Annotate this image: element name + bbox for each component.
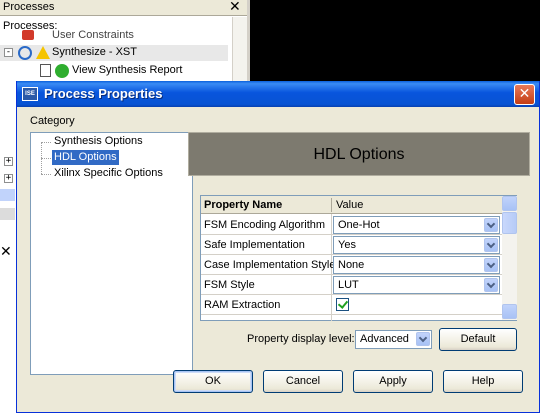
dialog-title: Process Properties — [44, 86, 163, 101]
select-value: Advanced — [360, 333, 409, 345]
display-level-select[interactable]: Advanced — [355, 330, 432, 349]
check-icon — [55, 64, 69, 78]
category-item-hdl-options[interactable]: HDL Options — [52, 150, 119, 165]
display-level-label: Property display level: — [247, 333, 355, 345]
process-properties-dialog: ISE Process Properties ✕ Category Synthe… — [16, 81, 540, 413]
table-row: RAM Extraction — [201, 295, 502, 315]
cancel-button[interactable]: Cancel — [263, 370, 343, 393]
category-label: Category — [30, 115, 75, 127]
category-tree: Synthesis Options HDL Options Xilinx Spe… — [30, 132, 193, 375]
select-value: None — [338, 259, 365, 271]
scroll-thumb[interactable] — [502, 212, 517, 234]
column-header-property[interactable]: Property Name — [204, 199, 282, 211]
grid-scrollbar[interactable] — [502, 196, 517, 320]
processes-title: Processes — [3, 1, 55, 13]
column-header-value[interactable]: Value — [336, 199, 363, 211]
table-row: FSM Style LUT — [201, 275, 502, 295]
scroll-left-button[interactable] — [0, 189, 15, 201]
tree-line — [41, 142, 51, 143]
dialog-titlebar[interactable]: ISE Process Properties ✕ — [17, 81, 539, 107]
column-divider[interactable] — [331, 198, 332, 212]
fsm-encoding-select[interactable]: One-Hot — [333, 216, 500, 234]
refresh-icon — [18, 46, 32, 60]
chevron-down-icon[interactable] — [484, 238, 498, 252]
case-implementation-style-select[interactable]: None — [333, 256, 500, 274]
constraints-icon — [22, 30, 34, 40]
tree-line — [41, 158, 51, 159]
table-row: Case Implementation Style None — [201, 255, 502, 275]
table-row — [201, 315, 502, 321]
property-name: FSM Encoding Algorithm — [204, 219, 326, 231]
close-icon[interactable]: ✕ — [229, 0, 241, 15]
select-value: Yes — [338, 239, 356, 251]
select-value: One-Hot — [338, 219, 380, 231]
property-name: RAM Extraction — [204, 299, 281, 311]
fsm-style-select[interactable]: LUT — [333, 276, 500, 294]
property-name: Safe Implementation — [204, 239, 305, 251]
chevron-down-icon[interactable] — [484, 278, 498, 292]
scroll-down-button[interactable] — [502, 304, 517, 319]
category-item-xilinx-specific-options[interactable]: Xilinx Specific Options — [52, 166, 165, 181]
chevron-down-icon[interactable] — [484, 258, 498, 272]
tree-item-synthesize[interactable]: - Synthesize - XST — [0, 45, 228, 61]
close-icon[interactable]: ✕ — [514, 84, 535, 105]
toolbar-icon[interactable] — [0, 208, 15, 220]
ram-extraction-checkbox[interactable] — [336, 298, 349, 311]
ok-button[interactable]: OK — [173, 370, 253, 393]
help-button[interactable]: Help — [443, 370, 523, 393]
chevron-down-icon[interactable] — [484, 218, 498, 232]
tree-label: User Constraints — [52, 29, 134, 41]
chevron-down-icon[interactable] — [416, 332, 430, 346]
tree-label: View Synthesis Report — [72, 64, 183, 76]
expand-icon[interactable]: + — [4, 157, 13, 166]
warning-icon — [36, 46, 50, 59]
collapse-icon[interactable]: - — [4, 48, 13, 57]
select-value: LUT — [338, 279, 359, 291]
table-row: FSM Encoding Algorithm One-Hot — [201, 215, 502, 235]
property-name: FSM Style — [204, 279, 255, 291]
property-grid: Property Name Value FSM Encoding Algorit… — [200, 195, 517, 321]
close-icon[interactable]: ✕ — [0, 244, 12, 260]
property-name: Case Implementation Style — [204, 259, 336, 271]
apply-button[interactable]: Apply — [353, 370, 433, 393]
processes-titlebar: Processes ✕ — [0, 0, 247, 16]
safe-implementation-select[interactable]: Yes — [333, 236, 500, 254]
expand-icon[interactable]: + — [4, 174, 13, 183]
ise-logo-icon: ISE — [22, 87, 38, 101]
tree-line — [41, 174, 51, 175]
category-item-synthesis-options[interactable]: Synthesis Options — [52, 134, 145, 149]
report-icon — [40, 64, 51, 77]
tree-label: Synthesize - XST — [52, 46, 137, 58]
panel-heading: HDL Options — [188, 132, 530, 176]
scroll-up-button[interactable] — [502, 196, 517, 211]
grid-header: Property Name Value — [201, 196, 502, 214]
table-row: Safe Implementation Yes — [201, 235, 502, 255]
panel-heading-text: HDL Options — [313, 146, 405, 163]
default-button[interactable]: Default — [439, 328, 517, 351]
